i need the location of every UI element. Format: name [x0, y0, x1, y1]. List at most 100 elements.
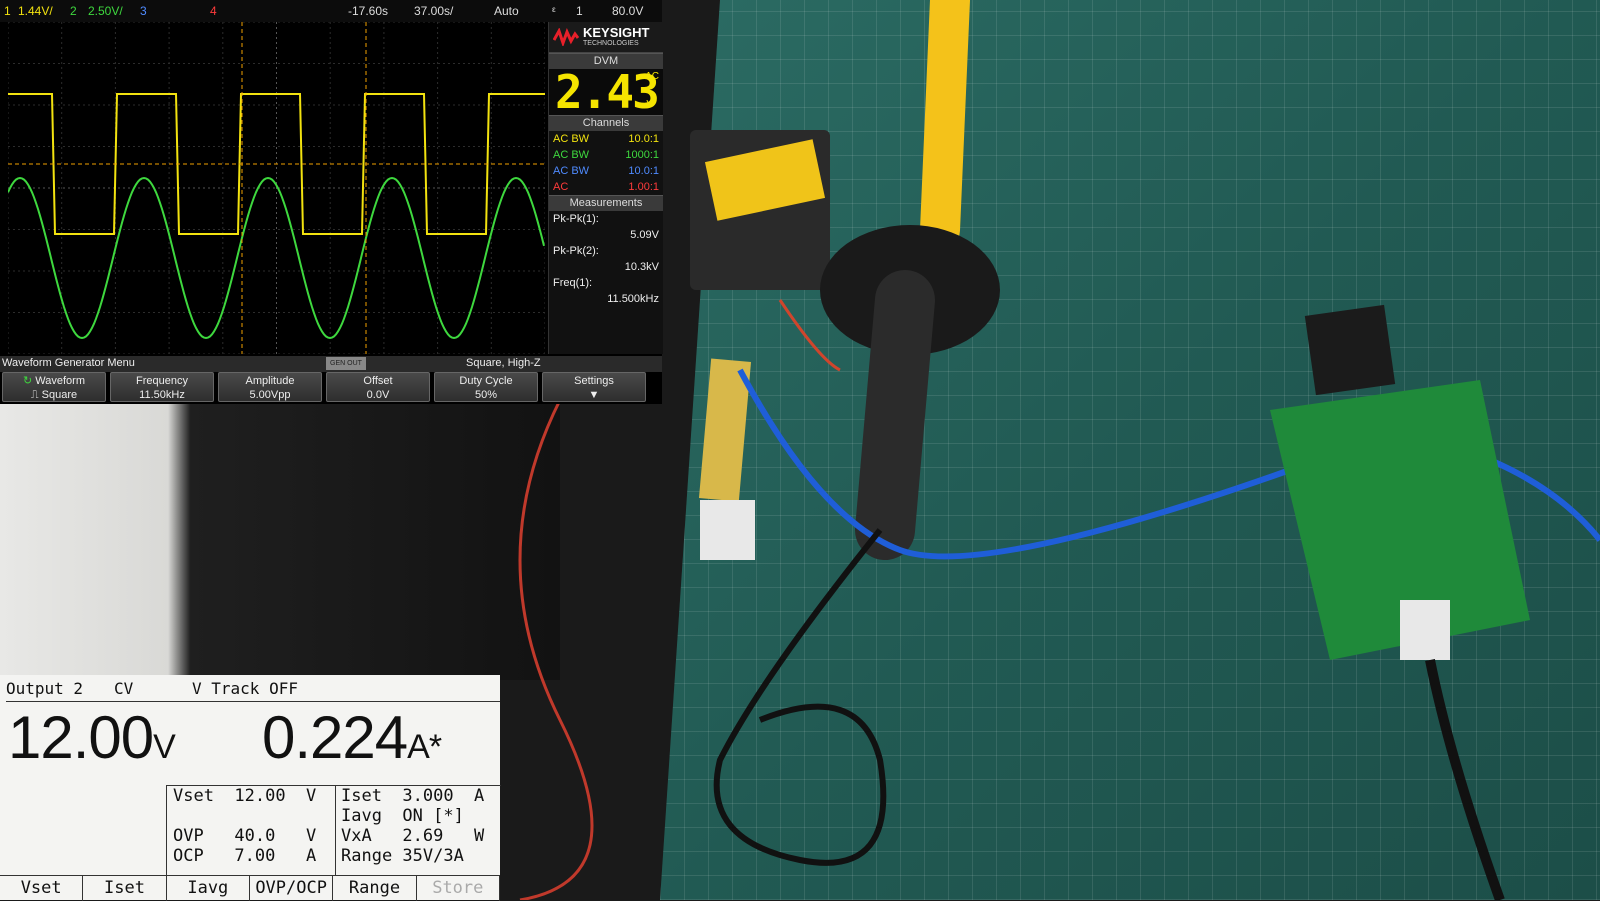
psu-key-iavg[interactable]: Iavg — [167, 876, 250, 901]
grid-divider — [335, 786, 336, 876]
time-position: -17.60s — [348, 4, 389, 18]
iset-row: Iset 3.000 A — [341, 786, 485, 806]
trigger-mode: Auto — [494, 4, 519, 18]
graticule-grid — [8, 22, 545, 354]
brand-name: KEYSIGHT — [583, 25, 650, 40]
softkey-value: Square — [41, 389, 78, 401]
softkey-amplitude[interactable]: Amplitude 5.00Vpp — [218, 372, 322, 402]
gen-out-badge: GEN OUT — [326, 357, 366, 370]
ch3-indicator[interactable]: 3 — [140, 4, 147, 18]
softkey-offset[interactable]: Offset 0.0V — [326, 372, 430, 402]
scope-softkeys: ↻ Waveform ⎍ Square Frequency 11.50kHz A… — [0, 372, 664, 404]
measurement-list: Pk-Pk(1): 5.09V Pk-Pk(2): 10.3kV Freq(1)… — [549, 211, 663, 307]
channel-ratio: 10.0:1 — [628, 133, 659, 145]
regulation-mode: CV — [114, 679, 134, 698]
output-label: Output 2 — [6, 679, 84, 698]
waveform-graticule — [8, 22, 545, 354]
softkey-frequency[interactable]: Frequency 11.50kHz — [110, 372, 214, 402]
psu-key-range[interactable]: Range — [333, 876, 417, 901]
hv-probe-body — [920, 0, 970, 250]
measurement-value: 11.500kHz — [607, 293, 659, 305]
psu-key-iset[interactable]: Iset — [83, 876, 167, 901]
voltage-value: 12.00 — [8, 704, 154, 771]
track-status: V Track OFF — [192, 679, 298, 698]
time-scale: 37.00s/ — [414, 4, 454, 18]
hv-probe-handle — [855, 270, 935, 560]
psu-key-store[interactable]: Store — [417, 876, 500, 901]
down-arrow-icon: ▼ — [588, 389, 600, 401]
voltage-readout: 12.00V — [8, 703, 176, 772]
oscilloscope-screen: 1 1.44V/ 2 2.50V/ 3 4 -17.60s 37.00s/ Au… — [0, 0, 664, 404]
softkey-duty-cycle[interactable]: Duty Cycle 50% — [434, 372, 538, 402]
softkey-label: Waveform — [35, 375, 85, 387]
channel-coupling: AC BW — [553, 149, 590, 161]
red-wire — [518, 399, 594, 900]
measurements-header[interactable]: Measurements — [549, 195, 663, 211]
measurement-label: Freq(1): — [553, 277, 593, 289]
psu-softkeys: Vset Iset Iavg OVP/OCP Range Store — [0, 875, 500, 901]
dvm-value: 2.43 — [555, 65, 660, 119]
current-unit: A* — [407, 728, 442, 766]
range-row: Range 35V/3A — [341, 846, 464, 866]
channel-ratio: 1000:1 — [625, 149, 659, 161]
heatsink — [1304, 304, 1396, 396]
channel-coupling: AC — [553, 181, 569, 193]
channel-row-3[interactable]: AC BW 10.0:1 — [549, 163, 663, 179]
ch1-indicator[interactable]: 1 — [4, 4, 11, 18]
black-cable — [713, 528, 887, 866]
voltage-unit: V — [153, 728, 176, 766]
blue-cable — [737, 368, 1292, 560]
dvm-unit: V — [646, 99, 653, 110]
ocp-row: OCP 7.00 A — [173, 846, 317, 866]
channel-row-4[interactable]: AC 1.00:1 — [549, 179, 663, 195]
channel-ratio: 1.00:1 — [628, 181, 659, 193]
vxa-row: VxA 2.69 W — [341, 826, 485, 846]
menu-title: Waveform Generator Menu — [2, 357, 135, 369]
channel-row-1[interactable]: AC BW 10.0:1 — [549, 131, 663, 147]
ch4-indicator[interactable]: 4 — [210, 4, 217, 18]
softkey-label: Settings — [574, 375, 614, 387]
dvm-readout: 2.43 AC V — [549, 69, 663, 115]
terminal-block — [700, 500, 755, 560]
softkey-value: 5.00Vpp — [249, 389, 291, 401]
channel-ratio: 10.0:1 — [628, 165, 659, 177]
generator-mode: Square, High-Z — [466, 357, 541, 369]
psu-status-bar: Output 2 CV V Track OFF — [6, 679, 500, 702]
softkey-value: 11.50kHz — [139, 389, 185, 401]
current-readout: 0.224A* — [262, 703, 442, 772]
keysight-wave-icon — [553, 28, 579, 46]
brand-sub: TECHNOLOGIES — [583, 40, 639, 47]
current-value: 0.224 — [262, 704, 408, 771]
ovp-row: OVP 40.0 V — [173, 826, 317, 846]
softkey-label: Duty Cycle — [459, 375, 513, 387]
power-supply-display: Output 2 CV V Track OFF 12.00V 0.224A* V… — [0, 675, 501, 901]
softkey-value: 0.0V — [366, 389, 390, 401]
square-wave-icon: ⎍ — [30, 389, 39, 401]
softkey-settings[interactable]: Settings ▼ — [542, 372, 646, 402]
waveform-generator-menu-bar: Waveform Generator Menu GEN OUT Square, … — [0, 356, 662, 372]
bnc-connector — [1400, 600, 1450, 660]
psu-key-vset[interactable]: Vset — [0, 876, 84, 901]
dvm-unit-ac: AC — [645, 71, 659, 82]
ch2-scale: 2.50V/ — [88, 4, 123, 18]
psu-settings-grid: Vset 12.00 V OVP 40.0 V OCP 7.00 A Iset … — [166, 785, 501, 876]
channel-row-2[interactable]: AC BW 1000:1 — [549, 147, 663, 163]
scope-sidebar: KEYSIGHT TECHNOLOGIES DVM 2.43 AC V Chan… — [548, 22, 663, 354]
softkey-label: Amplitude — [245, 375, 295, 387]
trigger-level: 80.0V — [612, 4, 644, 18]
softkey-label: Frequency — [136, 375, 188, 387]
softkey-value: 50% — [474, 389, 498, 401]
ch2-indicator[interactable]: 2 — [70, 4, 77, 18]
ch1-scale: 1.44V/ — [18, 4, 53, 18]
refresh-icon: ↻ — [23, 375, 33, 387]
measurement-value: 5.09V — [630, 229, 659, 241]
iavg-row: Iavg ON [*] — [341, 806, 464, 826]
channel-list: AC BW 10.0:1 AC BW 1000:1 AC BW 10.0:1 A… — [549, 131, 663, 195]
vset-row: Vset 12.00 V — [173, 786, 317, 806]
softkey-label: Offset — [363, 375, 393, 387]
softkey-waveform[interactable]: ↻ Waveform ⎍ Square — [2, 372, 106, 402]
psu-key-ovp-ocp[interactable]: OVP/OCP — [250, 876, 334, 901]
trigger-source: 1 — [576, 4, 583, 18]
measurement-label: Pk-Pk(1): — [553, 213, 599, 225]
keysight-logo: KEYSIGHT TECHNOLOGIES — [549, 22, 663, 53]
